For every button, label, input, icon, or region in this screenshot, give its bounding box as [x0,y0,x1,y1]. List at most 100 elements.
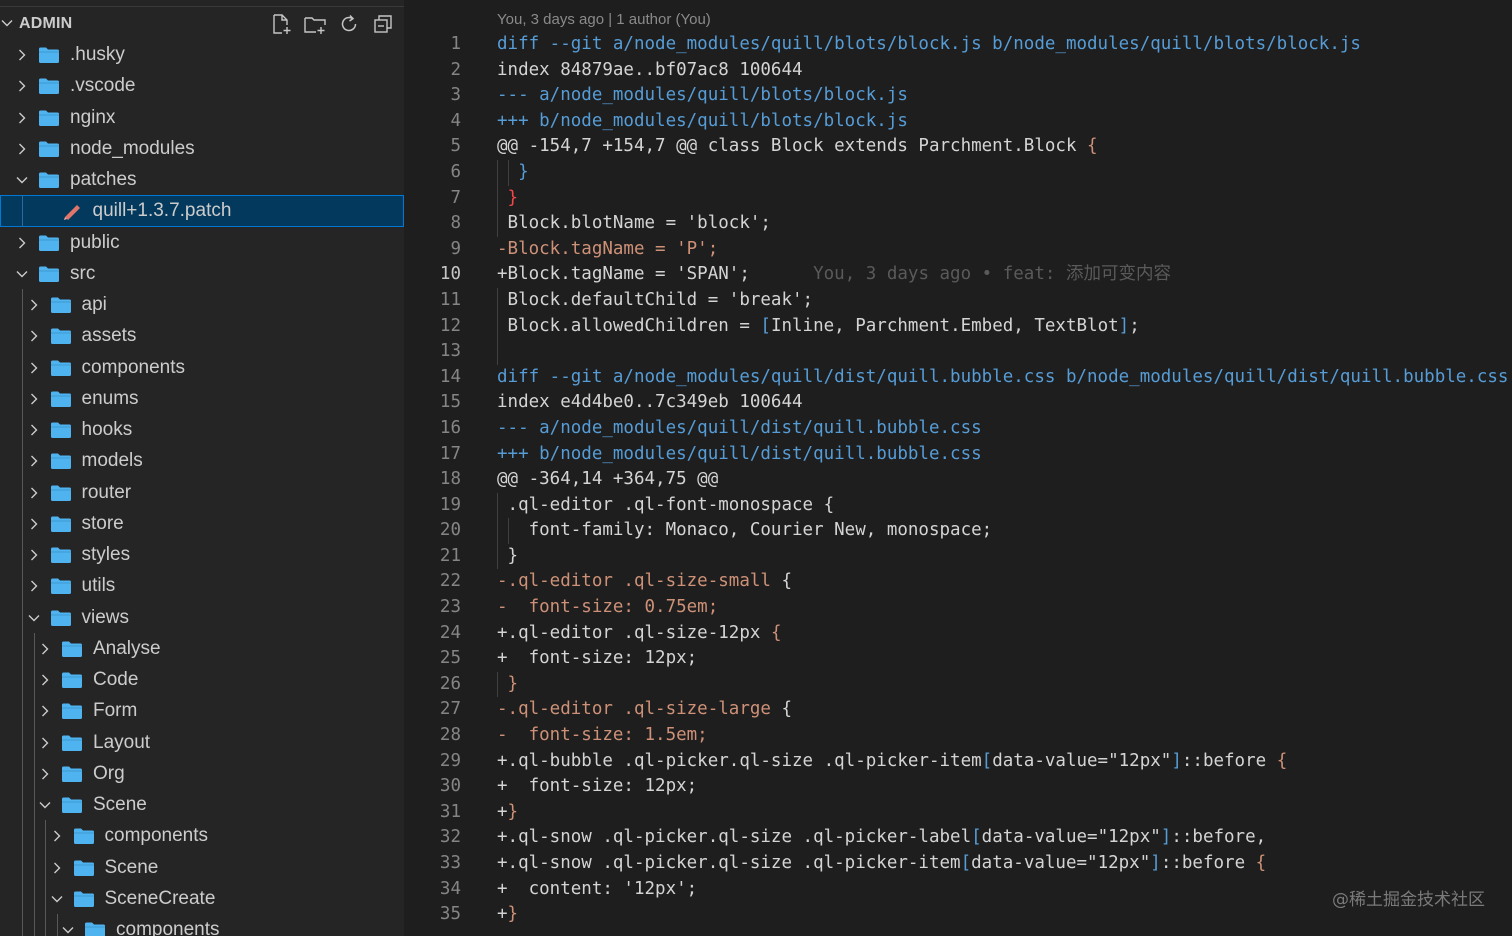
tree-folder-item[interactable]: assets [0,320,404,352]
chevron-right-icon[interactable] [15,111,29,125]
refresh-icon[interactable] [337,12,361,36]
code-line[interactable]: 19 .ql-editor .ql-font-monospace { [406,492,1512,519]
code-line[interactable]: 7 } [406,185,1512,212]
chevron-down-icon[interactable] [15,173,29,187]
code-line[interactable]: 13 [406,339,1512,365]
chevron-right-icon[interactable] [27,361,41,375]
code-line[interactable]: 29 +.ql-bubble .ql-picker.ql-size .ql-pic… [406,749,1512,775]
code-line[interactable]: 9 -Block.tagName = 'P'; [406,237,1512,263]
code-line[interactable]: 20 font-family: Monaco, Courier New, mon… [406,518,1512,544]
tree-file-item[interactable]: quill+1.3.7.patch [0,195,404,227]
new-file-icon[interactable] [269,12,293,36]
code-line[interactable]: 10 +Block.tagName = 'SPAN'; You, 3 days a… [406,262,1512,288]
tree-folder-item[interactable]: node_modules [0,133,404,164]
tree-folder-item[interactable]: api [0,289,404,321]
chevron-down-icon[interactable] [15,267,29,281]
code-line[interactable]: 11 Block.defaultChild = 'break'; [406,287,1512,314]
tree-folder-item[interactable]: Layout [0,726,404,758]
code-line[interactable]: 22 -.ql-editor .ql-size-small { [406,569,1512,595]
code-line[interactable]: 25 + font-size: 12px; [406,646,1512,672]
code-line[interactable]: 17 +++ b/node_modules/quill/dist/quill.bu… [406,442,1512,468]
chevron-right-icon[interactable] [27,454,41,468]
code-line[interactable]: 3 --- a/node_modules/quill/blots/block.js [406,83,1512,109]
code-line[interactable]: 30 + font-size: 12px; [406,774,1512,800]
chevron-right-icon[interactable] [38,767,52,781]
chevron-right-icon[interactable] [38,673,52,687]
tree-folder-item[interactable]: SceneCreate [0,882,404,914]
chevron-down-icon[interactable] [38,798,52,812]
chevron-right-icon[interactable] [27,548,41,562]
tree-folder-item[interactable]: utils [0,570,404,602]
code-line[interactable]: 12 Block.allowedChildren = [Inline, Parc… [406,313,1512,340]
code-line[interactable]: 15 index e4d4be0..7c349eb 100644 [406,390,1512,416]
code-line[interactable]: 28 - font-size: 1.5em; [406,723,1512,749]
tree-folder-item[interactable]: Code [0,664,404,696]
tree-folder-item[interactable]: Analyse [0,632,404,664]
chevron-right-icon[interactable] [27,329,41,343]
code-line[interactable]: 33 +.ql-snow .ql-picker.ql-size .ql-picke… [406,851,1512,877]
code-line[interactable]: 1 diff --git a/node_modules/quill/blots/b… [406,32,1512,58]
code-line[interactable]: 4 +++ b/node_modules/quill/blots/block.js [406,109,1512,135]
chevron-right-icon[interactable] [27,423,41,437]
tree-folder-item[interactable]: components [0,820,404,852]
chevron-right-icon[interactable] [15,236,29,250]
code-line[interactable]: 32 +.ql-snow .ql-picker.ql-size .ql-picke… [406,825,1512,851]
chevron-down-icon[interactable] [0,16,14,30]
tree-folder-item[interactable]: .vscode [0,70,404,101]
tree-folder-item[interactable]: components [0,914,404,936]
chevron-right-icon[interactable] [15,48,29,62]
tree-folder-item[interactable]: store [0,507,404,539]
chevron-down-icon[interactable] [50,892,64,906]
code-line[interactable]: 21 } [406,543,1512,570]
chevron-right-icon[interactable] [15,79,29,93]
chevron-right-icon[interactable] [27,392,41,406]
chevron-right-icon[interactable] [50,829,64,843]
tree-folder-item[interactable]: nginx [0,102,404,133]
chevron-right-icon[interactable] [27,517,41,531]
tree-folder-item[interactable]: styles [0,539,404,571]
chevron-right-icon[interactable] [50,861,64,875]
tree-folder-item[interactable]: public [0,227,404,258]
code-line[interactable]: 5 @@ -154,7 +154,7 @@ class Block extends… [406,134,1512,160]
chevron-right-icon[interactable] [27,486,41,500]
code-line[interactable]: 26 } [406,671,1512,698]
tree-folder-item[interactable]: Form [0,695,404,727]
new-folder-icon[interactable] [303,12,327,36]
chevron-right-icon[interactable] [27,298,41,312]
code-line[interactable]: 24 +.ql-editor .ql-size-12px { [406,621,1512,647]
tree-folder-item[interactable]: patches [0,164,404,195]
chevron-down-icon[interactable] [27,611,41,625]
tree-folder-item[interactable]: enums [0,382,404,414]
tree-folder-item[interactable]: Scene [0,851,404,883]
indent-guide [45,882,46,914]
code-line[interactable]: 23 - font-size: 0.75em; [406,595,1512,621]
tree-folder-item[interactable]: models [0,445,404,477]
code-line[interactable]: 8 Block.blotName = 'block'; [406,211,1512,237]
tree-folder-item[interactable]: Org [0,757,404,789]
codelens-blame[interactable]: You, 3 days ago | 1 author (You) [497,11,711,28]
tree-folder-item[interactable]: router [0,476,404,508]
chevron-right-icon[interactable] [15,142,29,156]
chevron-down-icon[interactable] [61,923,75,936]
chevron-right-icon[interactable] [38,736,52,750]
code-line[interactable]: 6 } [406,159,1512,186]
code-line[interactable]: 27 -.ql-editor .ql-size-large { [406,697,1512,723]
collapse-all-icon[interactable] [371,12,395,36]
tree-folder-item[interactable]: views [0,601,404,633]
code-line[interactable]: 31 +} [406,800,1512,826]
code-line[interactable]: 18 @@ -364,14 +364,75 @@ [406,467,1512,493]
chevron-right-icon[interactable] [27,579,41,593]
code-line[interactable]: 2 index 84879ae..bf07ac8 100644 [406,58,1512,84]
tree-folder-item[interactable]: .husky [0,39,404,70]
chevron-right-icon[interactable] [38,642,52,656]
chevron-right-icon[interactable] [38,704,52,718]
tree-folder-item[interactable]: src [0,258,404,289]
code-area[interactable]: 1 diff --git a/node_modules/quill/blots/b… [406,32,1512,928]
tree-folder-item[interactable]: Scene [0,789,404,821]
code-line[interactable]: 14 diff --git a/node_modules/quill/dist/q… [406,365,1512,391]
code-line[interactable]: 16 --- a/node_modules/quill/dist/quill.bu… [406,416,1512,442]
tree-folder-item[interactable]: hooks [0,414,404,446]
editor-pane[interactable]: You, 3 days ago | 1 author (You) 1 diff -… [406,0,1512,936]
explorer-header[interactable]: ADMIN [0,8,404,39]
tree-folder-item[interactable]: components [0,351,404,383]
